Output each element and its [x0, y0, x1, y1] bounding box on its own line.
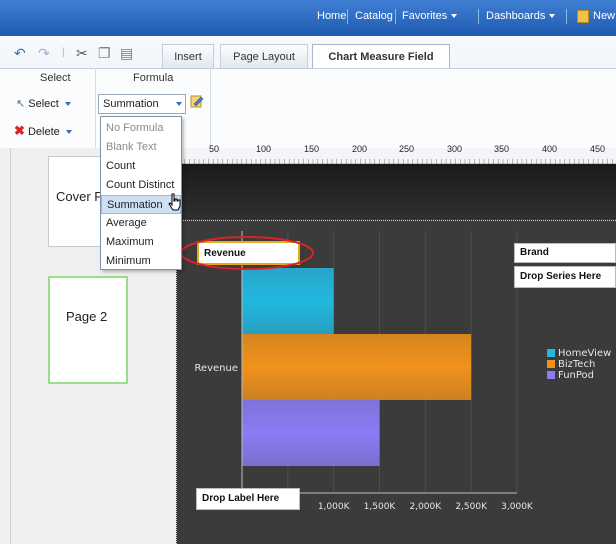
x-tick-label: 2,000K	[409, 502, 442, 512]
series-drop-zone[interactable]: Drop Series Here	[514, 266, 616, 288]
formula-option-maximum[interactable]: Maximum	[101, 233, 181, 252]
ruler-label: 350	[494, 144, 510, 154]
y-category-label: Revenue	[194, 363, 238, 374]
pointer-icon: ↖	[16, 98, 26, 110]
chevron-down-icon	[176, 102, 182, 106]
page-thumbnail-page-2[interactable]	[48, 276, 128, 384]
paste-icon[interactable]: ▤	[120, 45, 133, 62]
formula-group-title: Formula	[133, 72, 174, 84]
chevron-down-icon	[549, 14, 556, 19]
redo-icon[interactable]: ↷	[38, 45, 50, 62]
formula-option-blank-text: Blank Text	[106, 141, 157, 153]
hand-cursor-icon	[168, 193, 181, 211]
tab-chart-measure-field[interactable]: Chart Measure Field	[312, 44, 450, 69]
top-navigation-bar: Home Catalog Favorites Dashboards New	[0, 0, 616, 36]
x-tick-label: 1,000K	[318, 502, 351, 512]
nav-separator	[566, 9, 567, 24]
nav-dashboards-menu[interactable]: Dashboards	[486, 10, 556, 22]
select-group-title: Select	[40, 72, 71, 84]
label-drop-zone[interactable]: Drop Label Here	[196, 488, 300, 510]
nav-dashboards-label: Dashboards	[486, 10, 546, 22]
ruler-label: 400	[542, 144, 558, 154]
ruler-label: 150	[304, 144, 320, 154]
ruler-label: 300	[447, 144, 463, 154]
undo-icon[interactable]: ↶	[14, 45, 26, 62]
bar-biztech[interactable]	[242, 334, 472, 400]
canvas-header-band	[180, 164, 616, 219]
formula-option-average[interactable]: Average	[101, 214, 181, 233]
ruler-label: 450	[590, 144, 606, 154]
ruler-label: 250	[399, 144, 415, 154]
formula-dropdown-value: Summation	[103, 98, 159, 110]
ruler-label: 50	[209, 144, 220, 154]
x-tick-label: 1,500K	[364, 502, 397, 512]
legend-item-biztech: BizTech	[547, 359, 611, 370]
ruler-label: 100	[256, 144, 272, 154]
nav-favorites-menu[interactable]: Favorites	[402, 10, 458, 22]
chart-legend: HomeView BizTech FunPod	[547, 348, 611, 381]
series-field-brand[interactable]: Brand	[514, 243, 616, 263]
ribbon-body	[0, 68, 616, 148]
tab-insert[interactable]: Insert	[162, 44, 214, 68]
cut-icon[interactable]: ✂	[76, 45, 88, 62]
panel-divider	[10, 148, 11, 544]
select-button[interactable]: ↖ Select	[16, 97, 71, 110]
legend-label: HomeView	[558, 348, 612, 359]
formula-dropdown[interactable]: Summation	[98, 94, 186, 114]
chevron-down-icon	[451, 14, 458, 19]
nav-home-link[interactable]: Home	[317, 10, 346, 22]
bar-homeview[interactable]	[242, 268, 334, 334]
chevron-down-icon	[65, 130, 72, 135]
legend-item-homeview: HomeView	[547, 348, 611, 359]
tab-page-layout[interactable]: Page Layout	[220, 44, 308, 68]
bar-funpod[interactable]	[242, 400, 380, 466]
quick-separator: |	[62, 47, 65, 58]
legend-swatch	[547, 360, 555, 368]
legend-label: BizTech	[558, 359, 596, 370]
nav-new-menu[interactable]: New	[593, 10, 615, 22]
legend-swatch	[547, 371, 555, 379]
legend-item-funpod: FunPod	[547, 370, 611, 381]
x-tick-label: 3,000K	[501, 502, 534, 512]
delete-button[interactable]: ✖ Delete	[14, 123, 72, 139]
chevron-down-icon	[64, 102, 71, 107]
formula-option-count[interactable]: Count	[101, 157, 181, 176]
nav-catalog-link[interactable]: Catalog	[355, 10, 393, 22]
x-tick-label: 2,500K	[455, 502, 488, 512]
nav-separator	[478, 9, 479, 24]
copy-icon[interactable]: ❐	[98, 45, 111, 62]
formula-option-no-formula: No Formula	[106, 122, 164, 134]
select-button-label: Select	[28, 98, 59, 110]
group-separator	[210, 68, 211, 148]
page-thumbnail-page-2-label: Page 2	[66, 309, 108, 324]
group-separator	[95, 68, 96, 148]
formula-option-minimum[interactable]: Minimum	[101, 252, 181, 271]
delete-button-label: Delete	[27, 126, 60, 138]
new-document-icon	[577, 10, 589, 23]
nav-separator	[347, 9, 348, 24]
page-thumbnail-cover-label: Cover P	[56, 189, 103, 204]
legend-swatch	[547, 349, 555, 357]
nav-favorites-label: Favorites	[402, 10, 448, 22]
delete-icon: ✖	[14, 123, 25, 138]
ruler-label: 200	[352, 144, 368, 154]
measure-field-revenue[interactable]: Revenue	[197, 241, 300, 265]
formula-edit-icon[interactable]	[190, 94, 204, 109]
nav-separator	[395, 9, 396, 24]
legend-label: FunPod	[558, 370, 595, 381]
